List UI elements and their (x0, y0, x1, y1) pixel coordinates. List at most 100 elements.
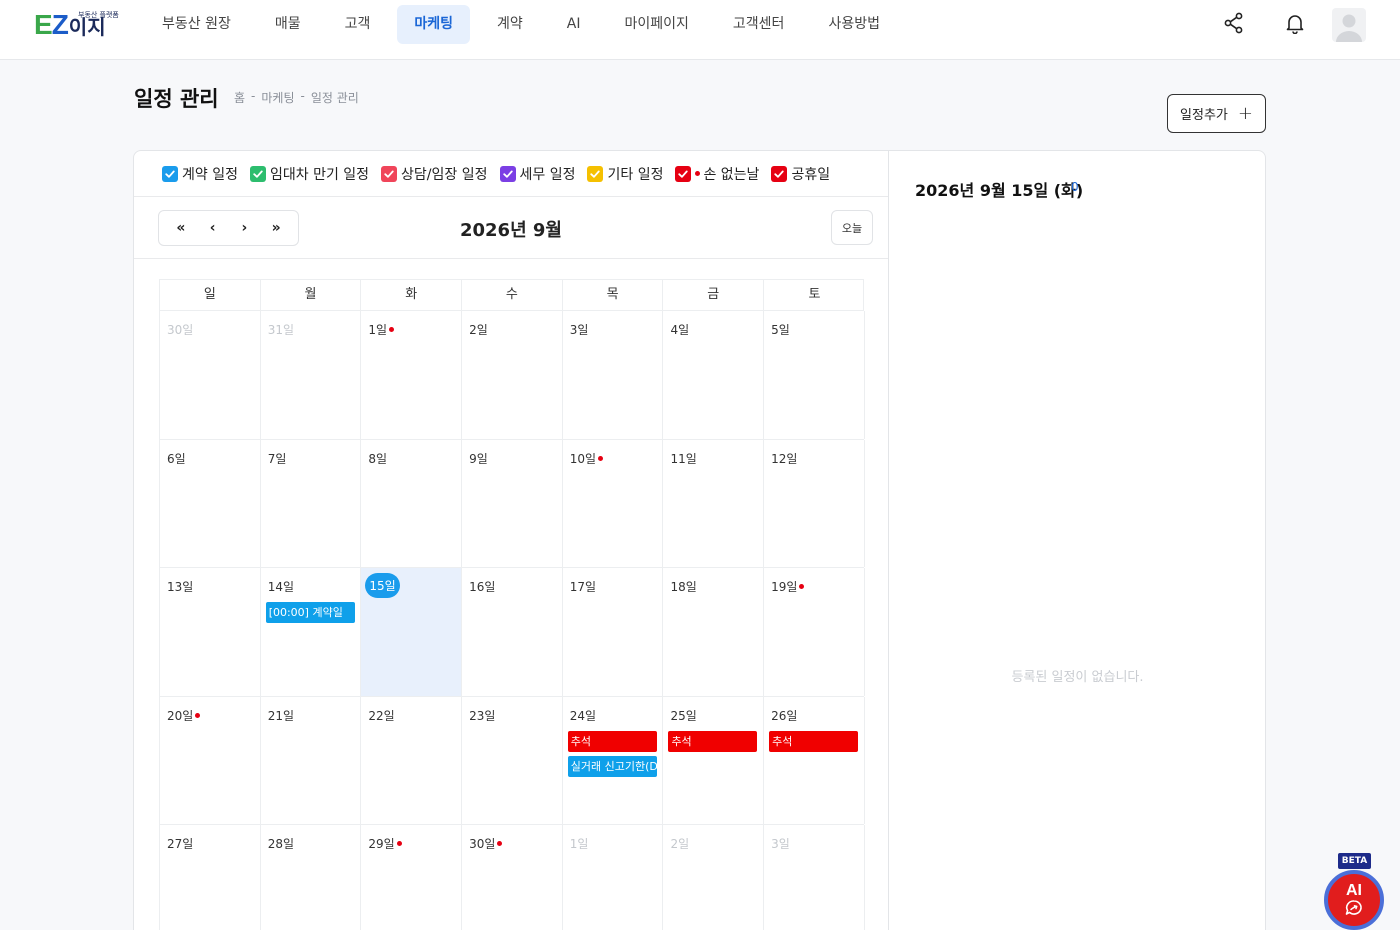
nav-item[interactable]: 고객센터 (716, 5, 802, 44)
calendar-day[interactable]: 2일 (663, 825, 765, 930)
calendar-day[interactable]: 3일 (764, 825, 865, 930)
day-label: 21일 (267, 708, 294, 723)
checkbox-checked-icon[interactable] (381, 165, 398, 182)
day-label: 28일 (267, 837, 294, 851)
logo[interactable]: EZ 이지 부동산 플랫폼 (34, 9, 119, 40)
calendar-week: 6일 7일 8일 9일 10일 11일 12일 (159, 439, 865, 568)
bell-icon[interactable] (1284, 12, 1306, 34)
share-icon[interactable] (1223, 12, 1245, 34)
checkbox-checked-icon[interactable] (499, 165, 516, 182)
day-label: 31일 (267, 323, 294, 337)
breadcrumb-item[interactable]: 홈 (234, 89, 245, 106)
filter-checkbox[interactable]: 공휴일 (771, 164, 830, 184)
empty-message: 등록된 일정이 없습니다. (1011, 670, 1144, 685)
calendar-day[interactable]: 5일 (764, 311, 865, 439)
calendar-day[interactable]: 26일추석 (764, 696, 865, 824)
calendar-day-today[interactable]: 15일 (361, 568, 463, 696)
filter-checkbox[interactable]: 계약 일정 (162, 164, 238, 184)
calendar-day[interactable]: 1일 (361, 311, 463, 439)
calendar-day[interactable]: 24일추석실거래 신고기한(D (563, 696, 664, 824)
calendar-day[interactable]: 13일 (160, 568, 261, 696)
calendar-day[interactable]: 29일 (361, 825, 463, 930)
calendar-day[interactable]: 8일 (361, 439, 463, 567)
logo-subtext: 부동산 플랫폼 (78, 11, 119, 19)
calendar-day[interactable]: 27일 (160, 825, 261, 930)
day-number: 13일 (167, 578, 193, 595)
ai-assistant[interactable]: BETA AI (1323, 853, 1385, 930)
filter-checkbox[interactable]: 임대차 만기 일정 (249, 164, 369, 184)
calendar-day[interactable]: 19일 (764, 568, 865, 696)
calendar-day[interactable]: 2일 (462, 311, 563, 439)
day-label: 26일 (771, 708, 798, 723)
avatar[interactable] (1332, 8, 1366, 42)
filter-checkbox[interactable]: 손 없는날 (675, 164, 759, 184)
schedule-card: 계약 일정 임대차 만기 일정 상담/임장 일정 세무 일정 기타 일정 손 없는날 공휴일… (133, 150, 1266, 930)
logo-e: E (34, 9, 53, 40)
calendar-day[interactable]: 20일 (160, 696, 261, 824)
breadcrumb-item[interactable]: 일정 관리 (311, 89, 359, 106)
nav-item[interactable]: 마케팅 (397, 5, 471, 44)
calendar-day[interactable]: 11일 (663, 439, 765, 567)
nav-item[interactable]: 계약 (480, 5, 540, 44)
filter-checkbox[interactable]: 상담/임장 일정 (381, 164, 488, 184)
day-label: 24일 (569, 708, 597, 723)
calendar-week: 30일 31일 1일 2일 3일 4일 5일 (159, 311, 865, 440)
calendar-day[interactable]: 1일 (563, 825, 664, 930)
calendar-day[interactable]: 25일추석 (663, 696, 765, 824)
day-number: 31일 (268, 321, 294, 338)
day-number: 21일 (268, 707, 294, 724)
calendar-day[interactable]: 10일 (563, 439, 664, 567)
calendar-day[interactable]: 6일 (160, 439, 261, 567)
calendar-day[interactable]: 14일 [00:00] 계약일 (261, 568, 362, 696)
calendar-event[interactable]: 추석 (567, 730, 657, 752)
lucky-day-dot (195, 712, 201, 718)
calendar-event[interactable]: 실거래 신고기한(D (567, 755, 657, 777)
calendar-day[interactable]: 18일 (663, 568, 765, 696)
nav-item[interactable]: 마이페이지 (608, 5, 706, 44)
calendar-event[interactable]: 추석 (668, 730, 758, 752)
nav-item[interactable]: 매물 (258, 5, 318, 44)
calendar-day[interactable]: 16일 (462, 568, 563, 696)
filter-label: 손 없는날 (703, 166, 760, 183)
checkbox-checked-icon[interactable] (249, 165, 266, 182)
calendar-day[interactable]: 7일 (261, 439, 362, 567)
filter-checkbox[interactable]: 기타 일정 (587, 164, 663, 184)
add-schedule-button[interactable]: 일정추가 + (1167, 94, 1266, 133)
checkbox-checked-icon[interactable] (587, 165, 604, 182)
nav-item[interactable]: 사용방법 (811, 5, 897, 44)
schedule-count: 0 (1071, 180, 1079, 194)
calendar-grid: 일월화수목금 토 30일 31일 1일 2일 3일 4일 5일 6일 7일 8일 9일 10일 11일 12… (159, 279, 865, 930)
breadcrumb-item[interactable]: 마케팅 (261, 89, 294, 106)
nav-item[interactable]: AI (550, 5, 598, 44)
calendar-day[interactable]: 30일 (462, 825, 563, 930)
day-number: 30일 (469, 835, 503, 852)
calendar-day[interactable]: 31일 (261, 311, 362, 439)
calendar-day[interactable]: 3일 (563, 311, 664, 439)
calendar-day[interactable]: 4일 (663, 311, 765, 439)
checkbox-checked-icon[interactable] (771, 165, 788, 182)
day-label: 5일 (771, 323, 790, 337)
calendar-day[interactable]: 12일 (764, 439, 865, 567)
today-button[interactable]: 오늘 (831, 210, 873, 245)
filter-checkbox[interactable]: 세무 일정 (499, 164, 575, 184)
calendar-week: 13일 14일 [00:00] 계약일 15일 16일 17일 18일 19일 (159, 568, 865, 697)
ai-label: AI (1346, 882, 1362, 899)
month-title: 2026년 9월 (459, 220, 562, 241)
checkbox-checked-icon[interactable] (162, 165, 178, 182)
ai-button[interactable]: AI (1324, 870, 1384, 930)
nav-item[interactable]: 고객 (328, 5, 388, 44)
calendar-day[interactable]: 22일 (361, 696, 463, 824)
calendar-event[interactable]: 추석 (769, 730, 859, 752)
calendar-event[interactable]: [00:00] 계약일 (265, 602, 355, 623)
day-label: 25일 (670, 708, 697, 723)
checkbox-checked-icon[interactable] (675, 165, 692, 182)
calendar-day[interactable]: 21일 (261, 696, 362, 824)
calendar-day[interactable]: 28일 (261, 825, 362, 930)
nav-item[interactable]: 부동산 원장 (145, 5, 248, 44)
calendar-day[interactable]: 17일 (563, 568, 664, 696)
calendar-day[interactable]: 30일 (160, 311, 261, 439)
day-number: 19일 (771, 578, 805, 595)
calendar-nav: « ‹ › » 2026년 9월 오늘 (134, 197, 888, 259)
calendar-day[interactable]: 9일 (462, 439, 563, 567)
calendar-day[interactable]: 23일 (462, 696, 563, 824)
